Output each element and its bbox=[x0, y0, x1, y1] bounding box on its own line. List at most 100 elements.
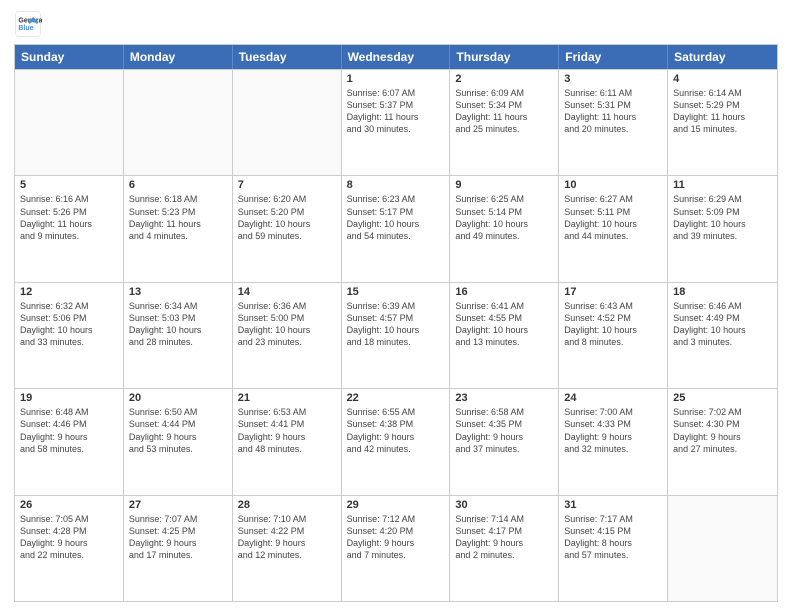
cell-text: Sunrise: 6:46 AM Sunset: 4:49 PM Dayligh… bbox=[673, 300, 772, 349]
cell-text: Sunrise: 6:55 AM Sunset: 4:38 PM Dayligh… bbox=[347, 406, 445, 455]
calendar: SundayMondayTuesdayWednesdayThursdayFrid… bbox=[14, 44, 778, 602]
day-cell-13: 13 Sunrise: 6:34 AM Sunset: 5:03 PM Dayli… bbox=[124, 283, 233, 388]
cell-text: Sunrise: 6:32 AM Sunset: 5:06 PM Dayligh… bbox=[20, 300, 118, 349]
cell-text: Sunrise: 6:11 AM Sunset: 5:31 PM Dayligh… bbox=[564, 87, 662, 136]
cell-text: Sunrise: 6:34 AM Sunset: 5:03 PM Dayligh… bbox=[129, 300, 227, 349]
day-cell-23: 23 Sunrise: 6:58 AM Sunset: 4:35 PM Dayli… bbox=[450, 389, 559, 494]
day-cell-9: 9 Sunrise: 6:25 AM Sunset: 5:14 PM Daylig… bbox=[450, 176, 559, 281]
day-number: 29 bbox=[347, 499, 445, 511]
cell-text: Sunrise: 6:25 AM Sunset: 5:14 PM Dayligh… bbox=[455, 193, 553, 242]
day-cell-20: 20 Sunrise: 6:50 AM Sunset: 4:44 PM Dayli… bbox=[124, 389, 233, 494]
cell-text: Sunrise: 6:16 AM Sunset: 5:26 PM Dayligh… bbox=[20, 193, 118, 242]
cell-text: Sunrise: 7:05 AM Sunset: 4:28 PM Dayligh… bbox=[20, 513, 118, 562]
cell-text: Sunrise: 7:17 AM Sunset: 4:15 PM Dayligh… bbox=[564, 513, 662, 562]
day-cell-26: 26 Sunrise: 7:05 AM Sunset: 4:28 PM Dayli… bbox=[15, 496, 124, 601]
day-number: 30 bbox=[455, 499, 553, 511]
day-number: 3 bbox=[564, 73, 662, 85]
day-number: 8 bbox=[347, 179, 445, 191]
day-cell-4: 4Sunrise: 6:14 AM Sunset: 5:29 PM Daylig… bbox=[668, 70, 777, 175]
cell-text: Sunrise: 6:58 AM Sunset: 4:35 PM Dayligh… bbox=[455, 406, 553, 455]
calendar-row-4: 26 Sunrise: 7:05 AM Sunset: 4:28 PM Dayli… bbox=[15, 495, 777, 601]
day-number: 27 bbox=[129, 499, 227, 511]
header-cell-monday: Monday bbox=[124, 45, 233, 69]
day-cell-7: 7 Sunrise: 6:20 AM Sunset: 5:20 PM Daylig… bbox=[233, 176, 342, 281]
day-number: 7 bbox=[238, 179, 336, 191]
logo-icon: General Blue bbox=[14, 10, 42, 38]
day-number: 18 bbox=[673, 286, 772, 298]
day-cell-18: 18 Sunrise: 6:46 AM Sunset: 4:49 PM Dayli… bbox=[668, 283, 777, 388]
day-cell-16: 16 Sunrise: 6:41 AM Sunset: 4:55 PM Dayli… bbox=[450, 283, 559, 388]
day-number: 17 bbox=[564, 286, 662, 298]
day-number: 20 bbox=[129, 392, 227, 404]
empty-cell bbox=[124, 70, 233, 175]
header-cell-friday: Friday bbox=[559, 45, 668, 69]
day-cell-3: 3 Sunrise: 6:11 AM Sunset: 5:31 PM Daylig… bbox=[559, 70, 668, 175]
day-number: 15 bbox=[347, 286, 445, 298]
calendar-row-1: 5Sunrise: 6:16 AM Sunset: 5:26 PM Daylig… bbox=[15, 175, 777, 281]
day-cell-21: 21 Sunrise: 6:53 AM Sunset: 4:41 PM Dayli… bbox=[233, 389, 342, 494]
cell-text: Sunrise: 6:29 AM Sunset: 5:09 PM Dayligh… bbox=[673, 193, 772, 242]
day-cell-27: 27 Sunrise: 7:07 AM Sunset: 4:25 PM Dayli… bbox=[124, 496, 233, 601]
day-cell-8: 8 Sunrise: 6:23 AM Sunset: 5:17 PM Daylig… bbox=[342, 176, 451, 281]
day-number: 21 bbox=[238, 392, 336, 404]
cell-text: Sunrise: 7:12 AM Sunset: 4:20 PM Dayligh… bbox=[347, 513, 445, 562]
empty-cell bbox=[15, 70, 124, 175]
cell-text: Sunrise: 6:39 AM Sunset: 4:57 PM Dayligh… bbox=[347, 300, 445, 349]
day-number: 11 bbox=[673, 179, 772, 191]
day-cell-30: 30 Sunrise: 7:14 AM Sunset: 4:17 PM Dayli… bbox=[450, 496, 559, 601]
empty-cell bbox=[233, 70, 342, 175]
svg-text:Blue: Blue bbox=[18, 25, 33, 32]
cell-text: Sunrise: 6:20 AM Sunset: 5:20 PM Dayligh… bbox=[238, 193, 336, 242]
header: General Blue bbox=[14, 10, 778, 38]
day-number: 31 bbox=[564, 499, 662, 511]
header-cell-thursday: Thursday bbox=[450, 45, 559, 69]
day-number: 26 bbox=[20, 499, 118, 511]
day-cell-12: 12 Sunrise: 6:32 AM Sunset: 5:06 PM Dayli… bbox=[15, 283, 124, 388]
day-number: 12 bbox=[20, 286, 118, 298]
day-number: 13 bbox=[129, 286, 227, 298]
day-number: 14 bbox=[238, 286, 336, 298]
day-number: 19 bbox=[20, 392, 118, 404]
cell-text: Sunrise: 6:43 AM Sunset: 4:52 PM Dayligh… bbox=[564, 300, 662, 349]
cell-text: Sunrise: 6:36 AM Sunset: 5:00 PM Dayligh… bbox=[238, 300, 336, 349]
header-cell-wednesday: Wednesday bbox=[342, 45, 451, 69]
calendar-row-0: 1Sunrise: 6:07 AM Sunset: 5:37 PM Daylig… bbox=[15, 69, 777, 175]
cell-text: Sunrise: 6:53 AM Sunset: 4:41 PM Dayligh… bbox=[238, 406, 336, 455]
day-cell-28: 28Sunrise: 7:10 AM Sunset: 4:22 PM Dayli… bbox=[233, 496, 342, 601]
empty-cell bbox=[668, 496, 777, 601]
cell-text: Sunrise: 6:48 AM Sunset: 4:46 PM Dayligh… bbox=[20, 406, 118, 455]
day-cell-24: 24 Sunrise: 7:00 AM Sunset: 4:33 PM Dayli… bbox=[559, 389, 668, 494]
day-cell-31: 31 Sunrise: 7:17 AM Sunset: 4:15 PM Dayli… bbox=[559, 496, 668, 601]
cell-text: Sunrise: 7:00 AM Sunset: 4:33 PM Dayligh… bbox=[564, 406, 662, 455]
day-cell-22: 22Sunrise: 6:55 AM Sunset: 4:38 PM Dayli… bbox=[342, 389, 451, 494]
day-cell-25: 25 Sunrise: 7:02 AM Sunset: 4:30 PM Dayli… bbox=[668, 389, 777, 494]
cell-text: Sunrise: 7:07 AM Sunset: 4:25 PM Dayligh… bbox=[129, 513, 227, 562]
cell-text: Sunrise: 6:14 AM Sunset: 5:29 PM Dayligh… bbox=[673, 87, 772, 136]
calendar-row-2: 12 Sunrise: 6:32 AM Sunset: 5:06 PM Dayli… bbox=[15, 282, 777, 388]
day-cell-14: 14 Sunrise: 6:36 AM Sunset: 5:00 PM Dayli… bbox=[233, 283, 342, 388]
header-cell-tuesday: Tuesday bbox=[233, 45, 342, 69]
calendar-header: SundayMondayTuesdayWednesdayThursdayFrid… bbox=[15, 45, 777, 69]
calendar-body: 1Sunrise: 6:07 AM Sunset: 5:37 PM Daylig… bbox=[15, 69, 777, 601]
day-number: 23 bbox=[455, 392, 553, 404]
day-cell-6: 6 Sunrise: 6:18 AM Sunset: 5:23 PM Daylig… bbox=[124, 176, 233, 281]
day-number: 6 bbox=[129, 179, 227, 191]
day-number: 9 bbox=[455, 179, 553, 191]
cell-text: Sunrise: 7:14 AM Sunset: 4:17 PM Dayligh… bbox=[455, 513, 553, 562]
day-cell-10: 10Sunrise: 6:27 AM Sunset: 5:11 PM Dayli… bbox=[559, 176, 668, 281]
cell-text: Sunrise: 6:41 AM Sunset: 4:55 PM Dayligh… bbox=[455, 300, 553, 349]
cell-text: Sunrise: 7:02 AM Sunset: 4:30 PM Dayligh… bbox=[673, 406, 772, 455]
day-number: 24 bbox=[564, 392, 662, 404]
cell-text: Sunrise: 6:18 AM Sunset: 5:23 PM Dayligh… bbox=[129, 193, 227, 242]
page: General Blue SundayMondayTuesdayWednesda… bbox=[0, 0, 792, 612]
header-cell-saturday: Saturday bbox=[668, 45, 777, 69]
day-number: 10 bbox=[564, 179, 662, 191]
header-cell-sunday: Sunday bbox=[15, 45, 124, 69]
day-number: 25 bbox=[673, 392, 772, 404]
logo: General Blue bbox=[14, 10, 42, 38]
cell-text: Sunrise: 6:23 AM Sunset: 5:17 PM Dayligh… bbox=[347, 193, 445, 242]
day-number: 16 bbox=[455, 286, 553, 298]
cell-text: Sunrise: 6:50 AM Sunset: 4:44 PM Dayligh… bbox=[129, 406, 227, 455]
cell-text: Sunrise: 6:07 AM Sunset: 5:37 PM Dayligh… bbox=[347, 87, 445, 136]
day-cell-17: 17 Sunrise: 6:43 AM Sunset: 4:52 PM Dayli… bbox=[559, 283, 668, 388]
